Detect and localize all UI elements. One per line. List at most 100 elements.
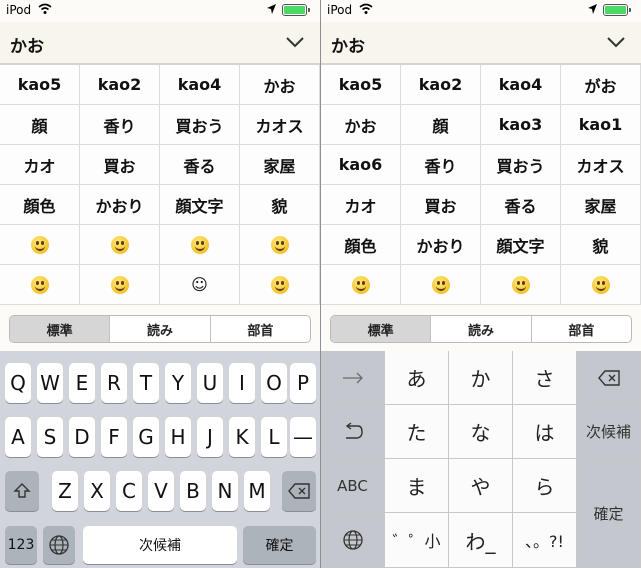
candidate-cell[interactable]: かお	[321, 105, 401, 145]
numbers-key[interactable]: 123	[5, 526, 37, 564]
key-o[interactable]: O	[261, 363, 287, 403]
kana-key-wa[interactable]: わ_	[449, 513, 513, 568]
key-f[interactable]: F	[101, 417, 127, 457]
segment-reading[interactable]: 読み	[431, 316, 532, 342]
candidate-cell[interactable]: kao6	[321, 145, 401, 185]
key-n[interactable]: N	[212, 471, 238, 511]
confirm-key[interactable]: 確定	[577, 459, 641, 568]
next-candidate-key[interactable]: 次候補	[577, 405, 641, 459]
candidate-cell[interactable]: 顔	[401, 105, 481, 145]
kana-key-na[interactable]: な	[449, 405, 513, 459]
delete-key[interactable]	[282, 471, 316, 511]
candidate-cell[interactable]: 家屋	[240, 145, 320, 185]
candidate-cell[interactable]: 顔色	[0, 185, 80, 225]
candidate-cell[interactable]: 買お	[401, 185, 481, 225]
candidate-cell[interactable]: 家屋	[561, 185, 641, 225]
candidate-cell[interactable]: kao1	[561, 105, 641, 145]
candidate-cell[interactable]: カオ	[0, 145, 80, 185]
key-z[interactable]: Z	[52, 471, 78, 511]
key-a[interactable]: A	[5, 417, 31, 457]
key-v[interactable]: V	[148, 471, 174, 511]
key-k[interactable]: K	[229, 417, 255, 457]
candidate-cell[interactable]	[80, 265, 160, 305]
candidate-cell[interactable]: 顔文字	[481, 225, 561, 265]
candidate-cell[interactable]: かおり	[401, 225, 481, 265]
globe-key[interactable]	[43, 526, 75, 564]
key-c[interactable]: C	[116, 471, 142, 511]
candidate-cell[interactable]	[321, 265, 401, 305]
candidate-cell[interactable]: 顔	[0, 105, 80, 145]
candidate-cell[interactable]	[240, 225, 320, 265]
key-x[interactable]: X	[84, 471, 110, 511]
candidate-cell[interactable]: 香る	[160, 145, 240, 185]
candidate-cell[interactable]: カオス	[561, 145, 641, 185]
candidate-cell[interactable]: がお	[561, 65, 641, 105]
key-b[interactable]: B	[180, 471, 206, 511]
dakuten-small-key[interactable]: ゛゜小	[385, 513, 449, 568]
candidate-cell[interactable]: 顔色	[321, 225, 401, 265]
kana-key-a[interactable]: あ	[385, 351, 449, 405]
globe-key[interactable]	[321, 513, 385, 568]
candidate-cell[interactable]	[561, 265, 641, 305]
confirm-key[interactable]: 確定	[243, 526, 316, 564]
candidate-cell[interactable]: kao2	[80, 65, 160, 105]
segment-standard[interactable]: 標準	[331, 316, 432, 342]
candidate-cell[interactable]	[0, 265, 80, 305]
kana-key-ma[interactable]: ま	[385, 459, 449, 513]
chevron-down-icon[interactable]	[286, 36, 304, 48]
key-t[interactable]: T	[133, 363, 159, 403]
key-w[interactable]: W	[37, 363, 63, 403]
key-s[interactable]: S	[37, 417, 63, 457]
key-e[interactable]: E	[69, 363, 95, 403]
candidate-cell[interactable]: kao5	[0, 65, 80, 105]
segment-standard[interactable]: 標準	[10, 316, 111, 342]
key-u[interactable]: U	[197, 363, 223, 403]
candidate-cell[interactable]	[0, 225, 80, 265]
candidate-cell[interactable]: ☺	[160, 265, 240, 305]
key-j[interactable]: J	[197, 417, 223, 457]
punctuation-key[interactable]: 、。?!	[513, 513, 577, 568]
kana-key-ka[interactable]: か	[449, 351, 513, 405]
segment-reading[interactable]: 読み	[110, 316, 211, 342]
candidate-cell[interactable]: kao5	[321, 65, 401, 105]
key-m[interactable]: M	[244, 471, 270, 511]
key-l[interactable]: L	[261, 417, 287, 457]
shift-key[interactable]	[5, 471, 39, 511]
kana-key-ta[interactable]: た	[385, 405, 449, 459]
candidate-cell[interactable]: かおり	[80, 185, 160, 225]
candidate-cell[interactable]: カオ	[321, 185, 401, 225]
key-r[interactable]: R	[101, 363, 127, 403]
undo-key[interactable]	[321, 405, 385, 459]
candidate-cell[interactable]: kao3	[481, 105, 561, 145]
candidate-cell[interactable]: 香り	[401, 145, 481, 185]
kana-key-ra[interactable]: ら	[513, 459, 577, 513]
candidate-cell[interactable]: 買おう	[160, 105, 240, 145]
key-q[interactable]: Q	[5, 363, 31, 403]
candidate-cell[interactable]: 香り	[80, 105, 160, 145]
next-candidate-key[interactable]: 次候補	[83, 526, 237, 564]
key-i[interactable]: I	[229, 363, 255, 403]
candidate-cell[interactable]	[80, 225, 160, 265]
key-d[interactable]: D	[69, 417, 95, 457]
kana-key-sa[interactable]: さ	[513, 351, 577, 405]
chevron-down-icon[interactable]	[607, 36, 625, 48]
candidate-cell[interactable]	[160, 225, 240, 265]
candidate-cell[interactable]: 買お	[80, 145, 160, 185]
delete-key[interactable]	[577, 351, 641, 405]
candidate-cell[interactable]: kao4	[481, 65, 561, 105]
segment-radical[interactable]: 部首	[211, 316, 310, 342]
candidate-cell[interactable]: kao4	[160, 65, 240, 105]
candidate-cell[interactable]: かお	[240, 65, 320, 105]
key-h[interactable]: H	[165, 417, 191, 457]
candidate-cell[interactable]	[481, 265, 561, 305]
key-p[interactable]: P	[290, 363, 316, 403]
abc-key[interactable]: ABC	[321, 459, 385, 513]
kana-key-ya[interactable]: や	[449, 459, 513, 513]
candidate-cell[interactable]	[401, 265, 481, 305]
candidate-cell[interactable]: 貌	[561, 225, 641, 265]
candidate-cell[interactable]: 顔文字	[160, 185, 240, 225]
key-y[interactable]: Y	[165, 363, 191, 403]
segment-radical[interactable]: 部首	[532, 316, 631, 342]
kana-key-ha[interactable]: は	[513, 405, 577, 459]
key-g[interactable]: G	[133, 417, 159, 457]
